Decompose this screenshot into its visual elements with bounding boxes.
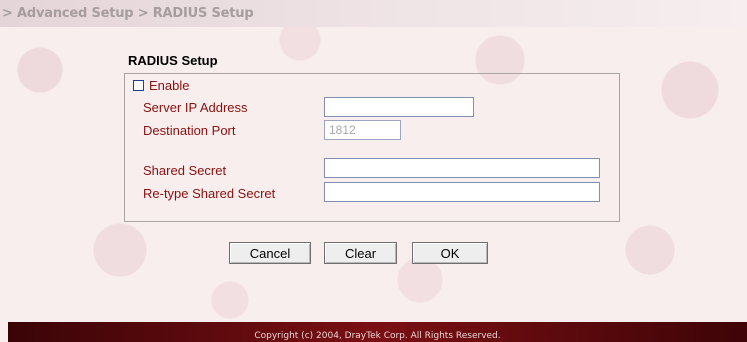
shared-secret-input[interactable] [324, 158, 600, 178]
shared-secret-label: Shared Secret [143, 163, 227, 178]
destination-port-input[interactable]: 1812 [324, 120, 401, 140]
enable-checkbox[interactable] [133, 80, 144, 91]
destination-port-label: Destination Port [143, 123, 236, 138]
breadcrumb: > Advanced Setup > RADIUS Setup [2, 6, 254, 21]
ok-button[interactable]: OK [412, 242, 488, 264]
copyright-text: Copyright (c) 2004, DrayTek Corp. All Ri… [254, 331, 501, 341]
footer-bar: Copyright (c) 2004, DrayTek Corp. All Ri… [8, 322, 747, 342]
retype-shared-secret-label: Re-type Shared Secret [143, 186, 276, 201]
server-ip-input[interactable] [324, 97, 474, 117]
section-title: RADIUS Setup [128, 53, 218, 68]
enable-row: Enable [133, 78, 189, 93]
header-bar: > Advanced Setup > RADIUS Setup [0, 0, 747, 27]
server-ip-label: Server IP Address [143, 100, 248, 115]
clear-button[interactable]: Clear [324, 242, 397, 264]
enable-label: Enable [149, 78, 190, 93]
retype-shared-secret-input[interactable] [324, 182, 600, 202]
cancel-button[interactable]: Cancel [229, 242, 311, 264]
